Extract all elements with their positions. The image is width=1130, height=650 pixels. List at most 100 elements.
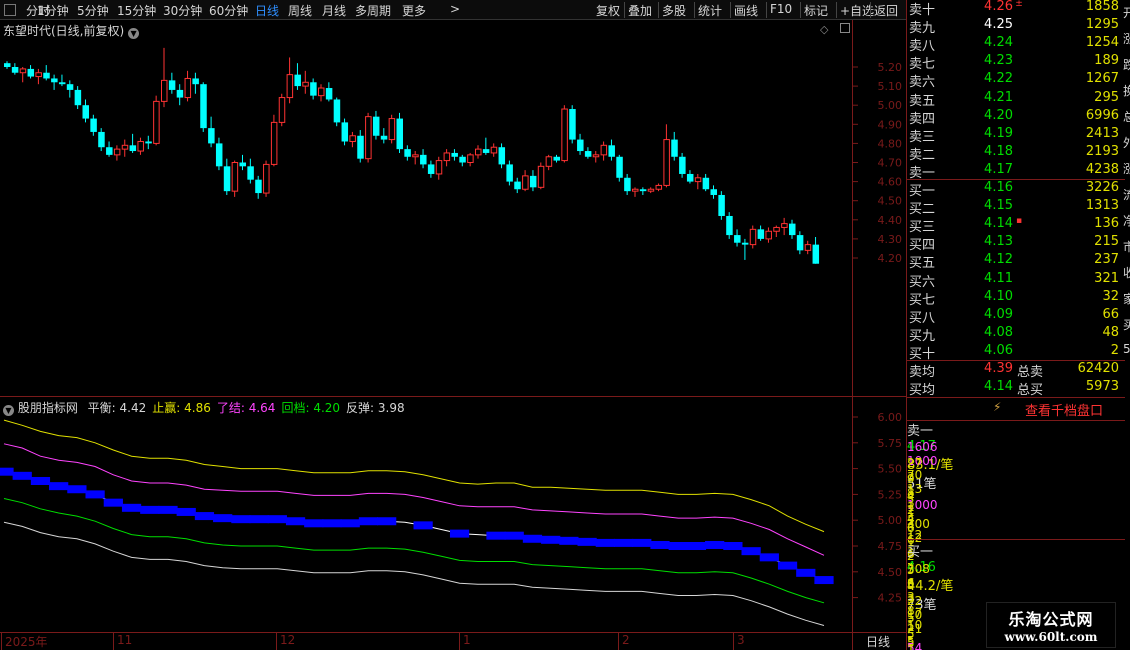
candle-body [789,223,796,236]
toolbar-button[interactable]: 标记 [804,2,828,19]
period-tab[interactable]: 30分钟 [163,2,202,19]
date-label: 2025年 [5,635,48,649]
thousand-level-label[interactable]: 查看千档盘口 [1025,400,1103,419]
candle [247,158,254,184]
bid-row[interactable]: 买七 4.10 32 [907,288,1121,308]
balance-block [12,471,32,480]
period-tab[interactable]: 60分钟 [209,2,248,19]
indicator-field-label: 反弹: [346,401,375,415]
candle-body [341,122,349,142]
chevron-down-icon[interactable]: ▼ [128,28,140,39]
ask-row[interactable]: 卖六 4.22 1267 [907,71,1121,90]
ask-row[interactable]: 卖九 4.25 1295 [907,17,1121,36]
side-strip-char: 收 [1123,266,1130,280]
toolbar-button[interactable]: 统计 [698,2,722,19]
date-label: 12 [280,633,296,647]
period-tab[interactable]: 更多 [402,2,426,19]
period-tab[interactable]: 5分钟 [77,2,109,19]
side-strip-char: 买 [1123,318,1130,332]
average-row: 买均 4.14 总买 5973 [907,379,1121,398]
candle-body [113,148,121,156]
bid-row[interactable]: 买四 4.13 215 [907,234,1121,253]
candle [475,145,482,159]
thousand-level-button[interactable]: ⚡ 查看千档盘口 [907,398,1125,420]
candle [82,99,89,123]
balance-block [194,512,215,521]
price-axis-label: 4.40 [878,214,903,227]
candle [161,47,168,108]
candle [765,227,772,243]
balance-block [103,498,123,507]
bid-row[interactable]: 买二 4.15 1313 [907,198,1121,217]
indicator-svg[interactable]: 6.00 5.75 5.50 5.25 5.00 4.75 4.50 4.25 [0,397,906,633]
candle [27,65,35,79]
maximize-icon[interactable] [840,23,850,33]
candle-body [294,74,301,87]
candle [632,187,639,197]
toolbar-button[interactable]: 返回 [874,2,898,19]
ask-row[interactable]: 卖八 4.24 1254 [907,35,1121,54]
candle-body [263,163,270,194]
bid-row[interactable]: 买十 4.06 2 [907,343,1121,362]
bid-row[interactable]: 买五 4.12 237 [907,252,1121,271]
chevron-down-icon[interactable]: ▼ [3,405,14,416]
bid-row[interactable]: 买九 4.08 48 [907,325,1121,344]
candle [372,110,380,140]
balance-block [176,507,196,516]
bid-row[interactable]: 买一 4.16 3226 [907,180,1121,199]
indicator-field: 了结: 4.64 [217,401,276,415]
indicator-field-value: 4.20 [309,401,341,415]
ask-row[interactable]: 卖一 4.17 4238 [907,161,1121,181]
candle [255,175,262,199]
ask-row[interactable]: 卖七 4.23 189 [907,53,1121,72]
toolbar-button[interactable]: 画线 [734,2,758,19]
candle-body [490,146,498,154]
balance-block [377,517,397,526]
toolbar-button[interactable]: 复权 [596,2,620,19]
period-tab[interactable]: 多周期 [355,2,391,19]
toolbar-separator [836,2,837,18]
candle [482,137,490,155]
candle [561,105,568,163]
total-label: 总买 [1017,383,1044,398]
candle [804,240,812,255]
date-tick [113,633,114,650]
toolbar-button[interactable]: 叠加 [628,2,652,19]
ask-row[interactable]: 卖十 4.26 ±1858 [907,0,1121,18]
toolbar-button[interactable]: +自选 [840,2,874,19]
toolbar-button[interactable]: F10 [770,2,792,16]
candle-body [365,116,372,160]
period-tab[interactable]: 周线 [288,2,312,19]
period-tab[interactable]: 1分钟 [37,2,69,19]
period-tab[interactable]: 日线 [255,2,279,19]
period-tab[interactable]: 15分钟 [117,2,156,19]
period-tab[interactable]: 月线 [322,2,346,19]
candle-body [718,194,725,216]
menu-icon[interactable] [4,4,16,16]
candlestick-chart[interactable]: 5.20 5.10 5.00 4.90 4.80 4.70 4.60 4.50 4.40 4.30… [0,20,906,396]
ask-row[interactable]: 卖三 4.19 2413 [907,126,1121,145]
candle [749,225,757,249]
level-price: 4.10 [984,288,1013,304]
ask-row[interactable]: 卖五 4.21 295 [907,90,1121,109]
ask-row[interactable]: 卖四 4.20 6996 [907,108,1121,127]
toolbar-button[interactable]: 多股 [662,2,686,19]
bid-row[interactable]: 买八 4.09 66 [907,307,1121,326]
candlestick-svg[interactable]: 5.20 5.10 5.00 4.90 4.80 4.70 4.60 4.50 4.40 4.30… [0,20,906,396]
candle [686,170,694,184]
level-price: 4.17 [984,161,1013,177]
diamond-icon[interactable]: ◇ [820,23,828,36]
ask-row[interactable]: 卖二 4.18 2193 [907,144,1121,163]
chevron-right-icon[interactable]: > [450,2,460,16]
level-volume: 321 [1094,270,1119,286]
balance-block [559,536,579,545]
candle-body [357,135,364,159]
candle-body [153,100,160,144]
level-volume: 3226 [1085,180,1119,195]
bid-row[interactable]: 买三 4.14 ▪ 136 [907,216,1121,235]
balance-block [541,535,561,544]
indicator-chart[interactable]: 6.00 5.75 5.50 5.25 5.00 4.75 4.50 4.25 ▼ 股朋指标网… [0,396,906,632]
candle-body [380,135,388,140]
candle [341,118,349,146]
bid-row[interactable]: 买六 4.11 321 [907,270,1121,290]
